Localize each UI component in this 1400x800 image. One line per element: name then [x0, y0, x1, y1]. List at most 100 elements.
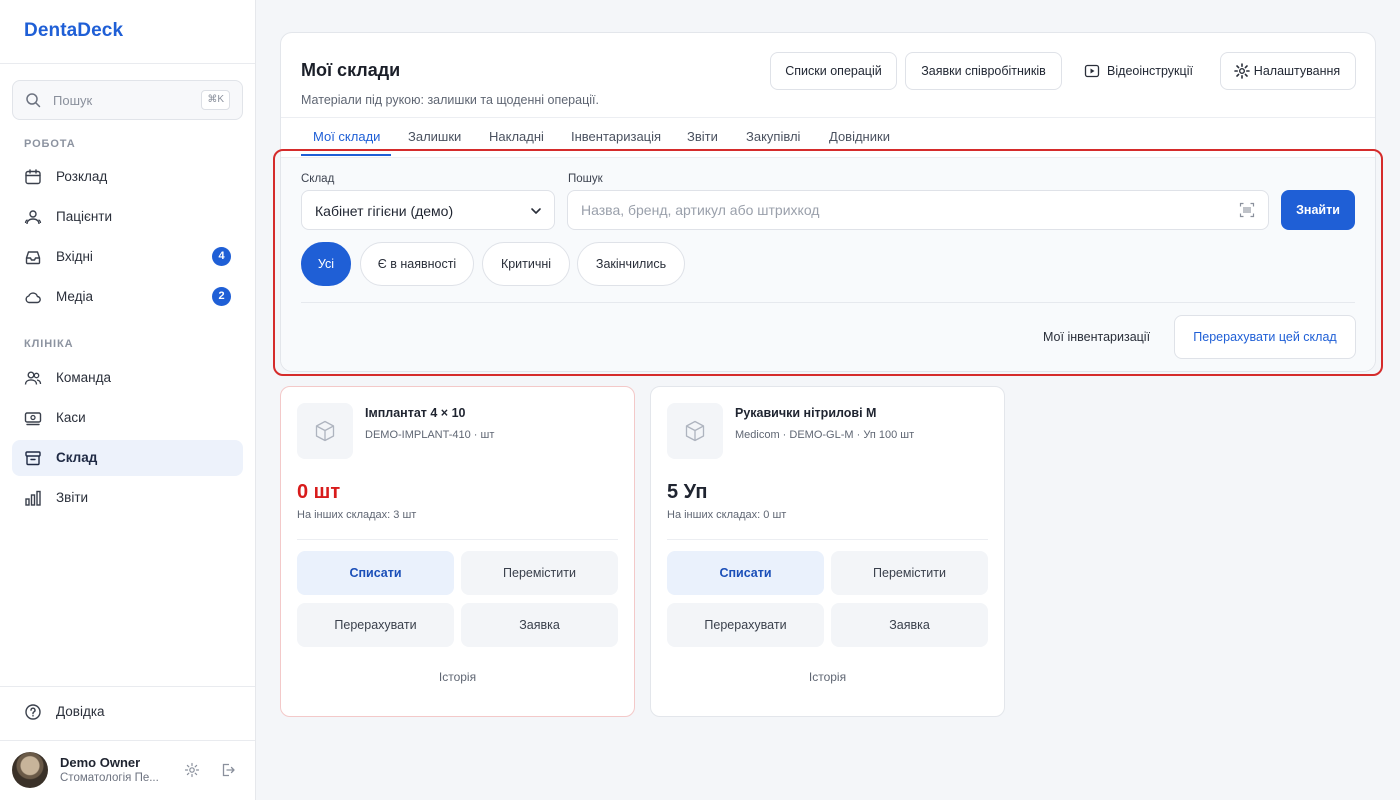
filter-pill-critical[interactable]: Критичні	[482, 242, 570, 286]
sidebar-item-help[interactable]: Довідка	[12, 694, 243, 730]
filter-area: Склад Кабінет гігієни (демо) Пошук Знайт…	[281, 157, 1375, 371]
sidebar-item-label: Команда	[56, 370, 112, 385]
sidebar: DentaDeck Пошук ⌘K РОБОТА Розклад Пацієн…	[0, 0, 256, 800]
warehouse-label: Склад	[301, 173, 335, 185]
recount-warehouse-button[interactable]: Перерахувати цей склад	[1174, 315, 1356, 359]
divider	[667, 539, 988, 540]
sidebar-item-inbox[interactable]: Вхідні 4	[12, 239, 243, 275]
gear-icon[interactable]	[184, 762, 200, 778]
product-thumbnail	[667, 403, 723, 459]
user-name: Demo Owner	[60, 755, 141, 770]
box-icon	[315, 420, 335, 442]
product-name: Імплантат 4 × 10	[365, 406, 466, 420]
video-instructions-button[interactable]: Відеоінструкції	[1071, 52, 1211, 90]
tab-invoices[interactable]: Накладні	[489, 129, 544, 144]
shortcut-hint: ⌘K	[201, 90, 230, 110]
history-link[interactable]: Історія	[651, 670, 1004, 684]
find-button[interactable]: Знайти	[1281, 190, 1355, 230]
video-icon	[1084, 64, 1100, 78]
sidebar-item-label: Довідка	[56, 704, 105, 719]
tab-purchases[interactable]: Закупівлі	[746, 129, 800, 144]
barcode-scan-icon[interactable]	[1239, 202, 1255, 218]
users-icon	[24, 210, 42, 225]
request-button[interactable]: Заявка	[461, 603, 618, 647]
filter-pill-all[interactable]: Усі	[301, 242, 351, 286]
tab-reports[interactable]: Звіти	[687, 129, 718, 144]
sidebar-item-cash[interactable]: Каси	[12, 400, 243, 436]
archive-icon	[25, 451, 41, 466]
sidebar-item-label: Медіа	[56, 289, 93, 304]
product-thumbnail	[297, 403, 353, 459]
warehouse-select[interactable]: Кабінет гігієни (демо)	[301, 190, 555, 230]
calendar-icon	[25, 169, 41, 185]
move-button[interactable]: Перемістити	[831, 551, 988, 595]
request-button[interactable]: Заявка	[831, 603, 988, 647]
sidebar-item-label: Розклад	[56, 169, 108, 184]
help-icon	[25, 704, 41, 720]
brand-logo[interactable]: DentaDeck	[24, 20, 123, 42]
logout-icon[interactable]	[220, 762, 236, 778]
cloud-icon	[25, 292, 41, 304]
inbox-icon	[25, 251, 41, 265]
divider	[297, 539, 618, 540]
write-off-button[interactable]: Списати	[297, 551, 454, 595]
divider	[0, 686, 255, 687]
avatar[interactable]	[12, 752, 48, 788]
section-label-work: РОБОТА	[24, 138, 76, 150]
team-icon	[24, 371, 42, 385]
inbox-count-badge: 4	[212, 247, 231, 266]
bar-chart-icon	[25, 490, 41, 506]
settings-label: Налаштування	[1253, 64, 1341, 78]
active-tab-indicator	[301, 154, 391, 156]
recount-button[interactable]: Перерахувати	[297, 603, 454, 647]
sidebar-search[interactable]: Пошук ⌘K	[12, 80, 243, 120]
tab-my-warehouses[interactable]: Мої склади	[313, 129, 380, 144]
product-quantity: 0 шт	[297, 481, 341, 503]
divider	[0, 740, 255, 741]
box-icon	[685, 420, 705, 442]
filter-pill-out-of-stock[interactable]: Закінчились	[577, 242, 685, 286]
sidebar-item-label: Пацієнти	[56, 209, 113, 224]
product-name: Рукавички нітрилові M	[735, 406, 877, 420]
tab-stock[interactable]: Залишки	[408, 129, 461, 144]
search-label: Пошук	[568, 173, 603, 185]
move-button[interactable]: Перемістити	[461, 551, 618, 595]
warehouses-panel: Мої склади Матеріали під рукою: залишки …	[280, 32, 1376, 372]
employee-requests-button[interactable]: Заявки співробітників	[905, 52, 1062, 90]
media-count-badge: 2	[212, 287, 231, 306]
sidebar-item-media[interactable]: Медіа 2	[12, 279, 243, 315]
cash-icon	[24, 412, 42, 426]
product-search-input[interactable]	[567, 190, 1269, 230]
other-warehouses-stock: На інших складах: 0 шт	[667, 509, 787, 521]
write-off-button[interactable]: Списати	[667, 551, 824, 595]
filter-pill-in-stock[interactable]: Є в наявності	[360, 242, 474, 286]
user-organization: Стоматологія Пе...	[60, 772, 159, 784]
history-link[interactable]: Історія	[281, 670, 634, 684]
sidebar-item-warehouse[interactable]: Склад	[12, 440, 243, 476]
chevron-down-icon	[531, 208, 541, 214]
product-card: Рукавички нітрилові M Medicom · DEMO-GL-…	[650, 386, 1005, 717]
warehouse-select-value: Кабінет гігієни (демо)	[315, 203, 454, 219]
sidebar-item-team[interactable]: Команда	[12, 360, 243, 396]
tab-inventory[interactable]: Інвентаризація	[571, 129, 661, 144]
my-inventories-link[interactable]: Мої інвентаризації	[1043, 330, 1150, 344]
tab-directories[interactable]: Довідники	[829, 129, 890, 144]
gear-icon	[1234, 63, 1250, 79]
section-label-clinic: КЛІНІКА	[24, 338, 74, 350]
product-meta: Medicom · DEMO-GL-M · Уп 100 шт	[735, 429, 915, 441]
user-profile: Demo Owner Стоматологія Пе...	[12, 752, 243, 788]
product-card: Імплантат 4 × 10 DEMO-IMPLANT-410 · шт 0…	[280, 386, 635, 717]
sidebar-item-label: Звіти	[56, 490, 89, 505]
operations-list-button[interactable]: Списки операцій	[770, 52, 897, 90]
sidebar-item-reports[interactable]: Звіти	[12, 480, 243, 516]
sidebar-item-label: Склад	[56, 450, 98, 465]
sidebar-item-schedule[interactable]: Розклад	[12, 159, 243, 195]
settings-button[interactable]: Налаштування	[1220, 52, 1356, 90]
product-quantity: 5 Уп	[667, 481, 708, 503]
page-title: Мої склади	[301, 60, 401, 80]
product-meta: DEMO-IMPLANT-410 · шт	[365, 429, 495, 441]
recount-button[interactable]: Перерахувати	[667, 603, 824, 647]
sidebar-item-label: Вхідні	[56, 249, 93, 264]
sidebar-item-patients[interactable]: Пацієнти	[12, 199, 243, 235]
divider	[0, 63, 255, 64]
